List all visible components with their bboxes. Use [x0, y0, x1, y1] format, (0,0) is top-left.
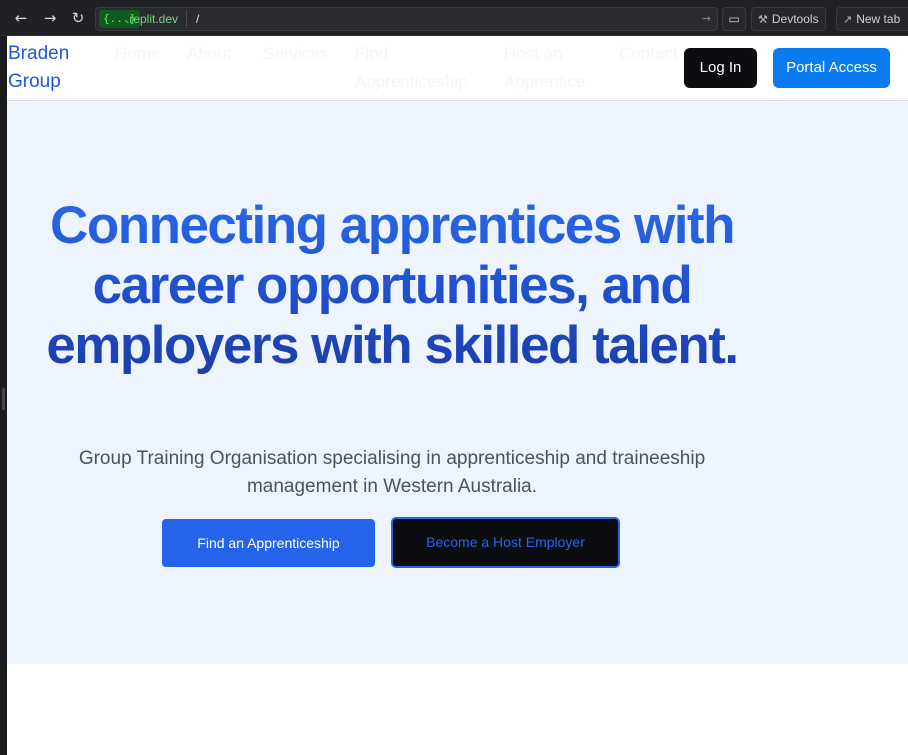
- url-divider: [186, 10, 187, 28]
- nav-services[interactable]: Services: [263, 40, 328, 68]
- nav-find-line-1: Find: [355, 44, 389, 63]
- nav-host-apprentice[interactable]: Host an Apprentice: [504, 40, 585, 96]
- go-arrow-icon[interactable]: →: [702, 11, 711, 27]
- nav-host-line-2: Apprentice: [504, 72, 586, 91]
- browser-toolbar: ← → ↻ {...} .replit.dev / → ▭ ⚒ Devtools …: [0, 0, 908, 36]
- new-tab-label: New tab: [856, 12, 901, 26]
- resize-handle[interactable]: [2, 388, 5, 410]
- brand-logo[interactable]: Braden Group: [8, 40, 98, 96]
- url-path: /: [196, 12, 200, 26]
- side-panel-edge: [0, 36, 7, 755]
- devtools-button[interactable]: ⚒ Devtools: [751, 7, 826, 31]
- hero-subtitle: Group Training Organisation specialising…: [78, 448, 706, 497]
- nav-about[interactable]: About: [187, 40, 231, 68]
- device-preview-button[interactable]: ▭: [722, 7, 746, 31]
- find-apprenticeship-button[interactable]: Find an Apprenticeship: [162, 519, 375, 567]
- nav-contact[interactable]: Contact: [619, 40, 678, 68]
- log-in-button[interactable]: Log In: [684, 48, 757, 88]
- wrench-icon: ⚒: [758, 14, 768, 26]
- nav-find-line-2: Apprenticeship: [355, 72, 468, 91]
- site-header: Braden Group Home About Services Find Ap…: [7, 36, 908, 101]
- portal-access-button[interactable]: Portal Access: [773, 48, 890, 88]
- external-link-icon: ↗: [843, 14, 853, 26]
- nav-find-apprenticeship[interactable]: Find Apprenticeship: [355, 40, 467, 96]
- back-icon[interactable]: ←: [12, 9, 30, 27]
- address-bar[interactable]: {...} .replit.dev / →: [95, 7, 718, 31]
- hero-section: Connecting apprentices with career oppor…: [7, 101, 908, 664]
- new-tab-button[interactable]: ↗ New tab: [836, 7, 908, 31]
- become-host-employer-button[interactable]: Become a Host Employer: [391, 517, 620, 568]
- url-host: .replit.dev: [126, 12, 179, 26]
- brand-line-1: Braden: [8, 43, 70, 64]
- monitor-icon: ▭: [728, 12, 740, 26]
- reload-icon[interactable]: ↻: [69, 9, 87, 27]
- devtools-label: Devtools: [771, 12, 819, 26]
- brand-line-2: Group: [8, 71, 61, 92]
- nav-home[interactable]: Home: [115, 40, 160, 68]
- page-viewport: Braden Group Home About Services Find Ap…: [7, 36, 908, 755]
- nav-host-line-1: Host an: [504, 44, 563, 63]
- hero-title: Connecting apprentices with career oppor…: [27, 196, 757, 376]
- forward-icon[interactable]: →: [41, 9, 59, 27]
